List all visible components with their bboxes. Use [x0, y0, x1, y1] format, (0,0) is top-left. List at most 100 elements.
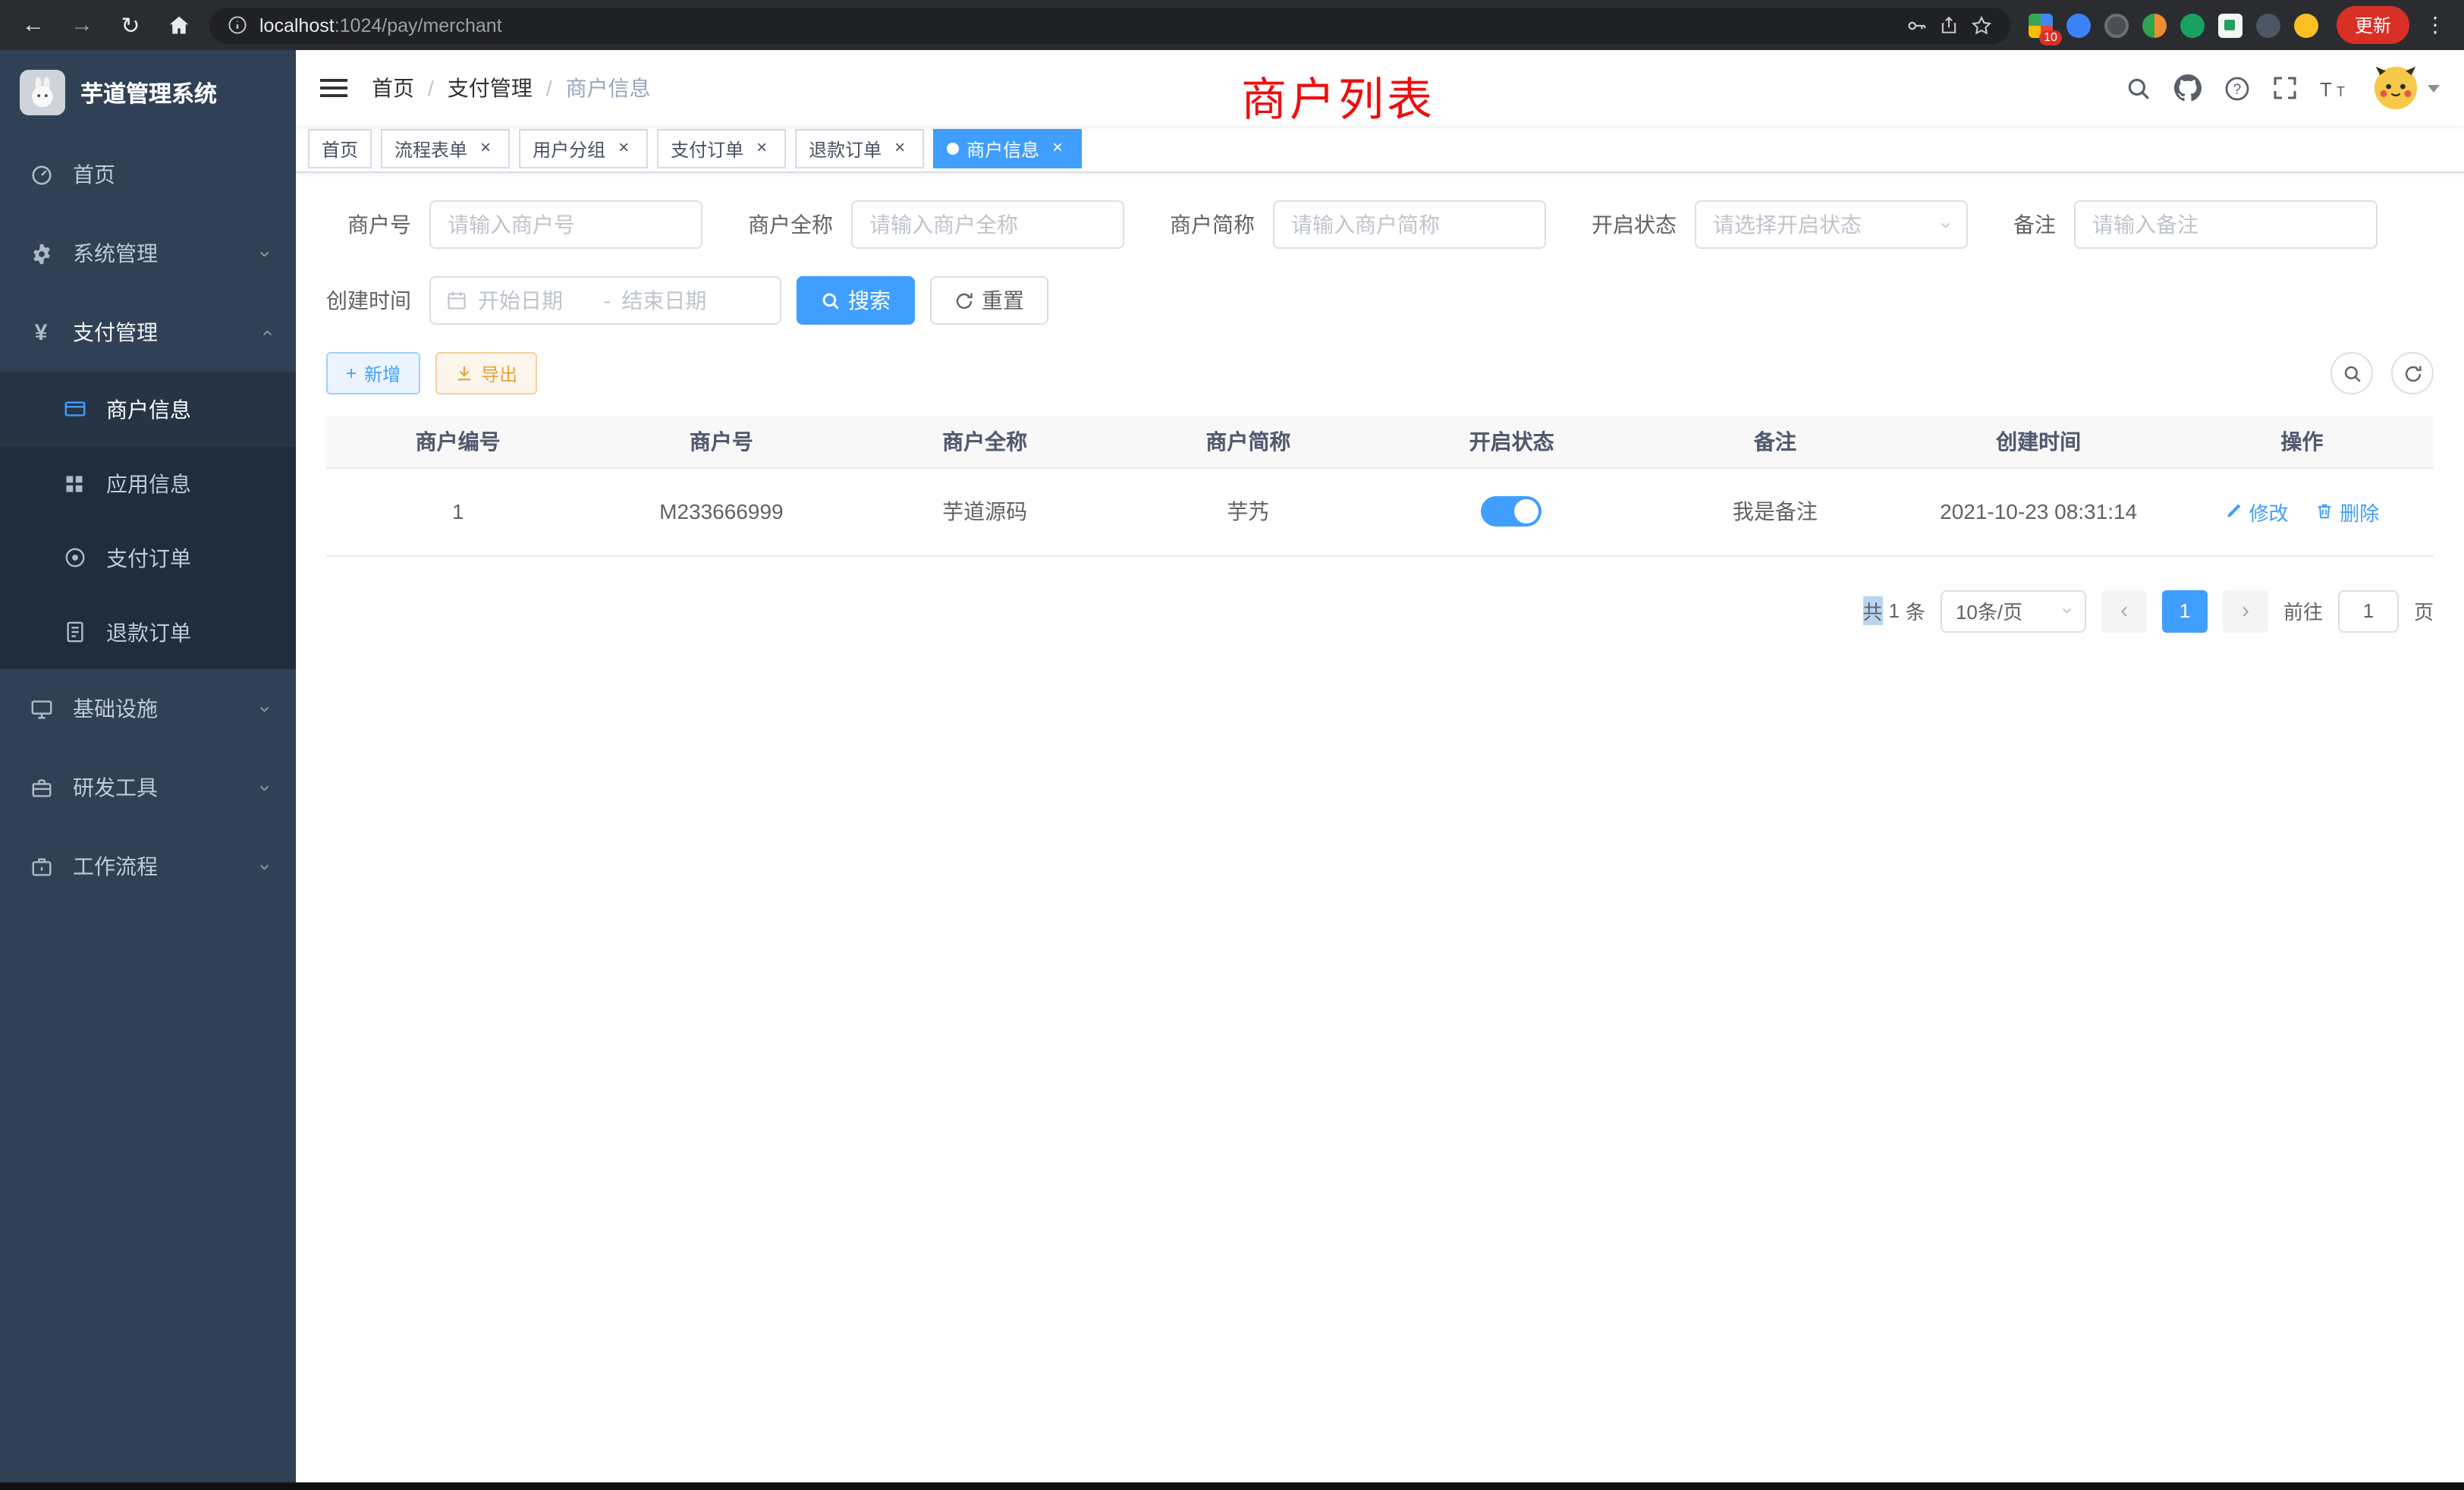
browser-back-icon[interactable]: ←	[15, 7, 52, 43]
sidebar-item-home[interactable]: 首页	[0, 135, 296, 214]
short-name-input[interactable]	[1273, 200, 1546, 249]
extension-avatar-icon[interactable]	[2142, 13, 2167, 37]
start-date-input[interactable]	[478, 288, 593, 313]
end-date-input[interactable]	[621, 288, 737, 313]
browser-refresh-icon[interactable]: ↻	[112, 7, 149, 43]
extension-grid-icon[interactable]: 10	[2029, 13, 2053, 37]
trash-icon	[2315, 502, 2334, 520]
breadcrumb-home[interactable]: 首页	[372, 73, 414, 103]
sidebar-collapse-icon[interactable]	[320, 74, 347, 102]
delete-link[interactable]: 删除	[2315, 497, 2379, 526]
extension-pinwheel-icon[interactable]	[2256, 13, 2280, 37]
site-info-icon[interactable]	[228, 15, 247, 35]
add-button[interactable]: + 新增	[326, 352, 420, 395]
logo-rabbit-avatar	[20, 70, 65, 115]
refresh-table-button[interactable]	[2391, 352, 2434, 395]
user-avatar[interactable]	[2373, 65, 2440, 111]
red-annotation-text: 商户列表	[1241, 62, 1435, 129]
sidebar-item-dev-tools[interactable]: 研发工具 ›	[0, 748, 296, 827]
sidebar-item-merchant-info[interactable]: 商户信息	[0, 372, 296, 446]
extension-blue-icon[interactable]	[2066, 13, 2091, 37]
extension-dark-ring-icon[interactable]	[2104, 13, 2129, 37]
sidebar-item-app-info[interactable]: 应用信息	[0, 446, 296, 520]
chevron-down-icon: ›	[254, 784, 277, 791]
table-toolbar: + 新增 导出	[326, 352, 2434, 395]
app-title: 芋道管理系统	[80, 77, 217, 108]
active-tab-dot	[947, 143, 959, 155]
pagination: 共 1 条 10条/页 › ‹ 1 › 前往 页	[326, 589, 2434, 632]
address-bar[interactable]: localhost:1024/pay/merchant	[209, 7, 2010, 43]
sidebar-item-payment[interactable]: ¥ 支付管理 ›	[0, 293, 296, 372]
url-text: localhost:1024/pay/merchant	[259, 14, 502, 36]
svg-text:T: T	[2320, 77, 2332, 99]
reset-button[interactable]: 重置	[930, 276, 1048, 325]
close-icon[interactable]: ×	[1047, 138, 1068, 159]
bookmark-star-icon[interactable]	[1971, 14, 1992, 36]
close-icon[interactable]: ×	[475, 138, 496, 159]
breadcrumb: 首页 / 支付管理 / 商户信息	[372, 73, 651, 103]
extension-white-square-icon[interactable]	[2218, 13, 2242, 37]
monitor-icon	[27, 697, 55, 720]
toggle-search-button[interactable]	[2330, 352, 2373, 395]
close-icon[interactable]: ×	[613, 138, 634, 159]
goto-page-input[interactable]	[2338, 589, 2399, 632]
sidebar-item-infrastructure[interactable]: 基础设施 ›	[0, 669, 296, 748]
help-icon[interactable]: ?	[2224, 75, 2250, 101]
browser-home-icon[interactable]	[161, 7, 197, 43]
export-button[interactable]: 导出	[435, 352, 537, 395]
github-icon[interactable]	[2174, 74, 2202, 102]
full-name-input[interactable]	[851, 200, 1124, 249]
cell-status	[1380, 467, 1643, 555]
sidebar-item-refund-order[interactable]: 退款订单	[0, 595, 296, 669]
extension-green-circle-icon[interactable]	[2180, 13, 2205, 37]
col-merchant-no: 商户号	[589, 416, 853, 467]
close-icon[interactable]: ×	[751, 138, 772, 159]
edit-link[interactable]: 修改	[2224, 497, 2288, 526]
search-button[interactable]: 搜索	[797, 276, 915, 325]
status-select[interactable]: 请选择开启状态 ›	[1695, 200, 1968, 249]
pencil-icon	[2224, 502, 2242, 520]
tab-process-form[interactable]: 流程表单×	[381, 129, 510, 168]
short-name-label: 商户简称	[1170, 209, 1255, 240]
sidebar-item-workflow[interactable]: 工作流程 ›	[0, 827, 296, 906]
chevron-up-icon: ›	[254, 329, 277, 336]
tab-home[interactable]: 首页	[308, 129, 372, 168]
password-key-icon[interactable]	[1906, 14, 1927, 36]
tab-merchant-info[interactable]: 商户信息×	[933, 129, 1082, 168]
sidebar-item-system[interactable]: 系统管理 ›	[0, 214, 296, 293]
browser-update-button[interactable]: 更新	[2337, 6, 2409, 44]
col-short-name: 商户简称	[1117, 416, 1380, 467]
search-icon[interactable]	[2126, 75, 2151, 101]
cell-merchant-no: M233666999	[589, 467, 853, 555]
share-icon[interactable]	[1939, 15, 1959, 35]
chevron-down-icon: ›	[254, 706, 277, 712]
fullscreen-icon[interactable]	[2273, 76, 2297, 100]
navbar-actions: ? TT	[2126, 65, 2440, 111]
status-switch[interactable]	[1482, 496, 1542, 527]
app-logo[interactable]: 芋道管理系统	[0, 50, 296, 135]
page-size-select[interactable]: 10条/页 ›	[1941, 589, 2086, 632]
merchant-no-input[interactable]	[429, 200, 702, 249]
search-form-row-1: 商户号 商户全称 商户简称 开启状态 请选择开启状态	[326, 200, 2434, 249]
extension-smiley-icon[interactable]	[2294, 13, 2318, 37]
col-merchant-id: 商户编号	[326, 416, 589, 467]
remark-input[interactable]	[2074, 200, 2378, 249]
breadcrumb-payment[interactable]: 支付管理	[448, 73, 533, 103]
chevron-down-icon: ›	[254, 863, 277, 870]
sidebar-item-pay-order[interactable]: 支付订单	[0, 520, 296, 595]
prev-page-button[interactable]: ‹	[2101, 589, 2147, 632]
page-1-button[interactable]: 1	[2162, 589, 2208, 632]
next-page-button[interactable]: ›	[2223, 589, 2268, 632]
cell-created: 2021-10-23 08:31:14	[1907, 467, 2170, 555]
tab-user-group[interactable]: 用户分组×	[519, 129, 648, 168]
table-header-row: 商户编号 商户号 商户全称 商户简称 开启状态 备注 创建时间 操作	[326, 416, 2434, 467]
date-range-picker[interactable]: -	[429, 276, 781, 325]
tab-refund-order[interactable]: 退款订单×	[795, 129, 924, 168]
date-separator: -	[604, 288, 611, 313]
close-icon[interactable]: ×	[889, 138, 910, 159]
browser-forward-icon[interactable]: →	[64, 7, 100, 43]
chevron-down-icon: ›	[2057, 608, 2079, 615]
browser-menu-icon[interactable]: ⋮	[2422, 12, 2449, 38]
tab-pay-order[interactable]: 支付订单×	[657, 129, 786, 168]
font-size-icon[interactable]: TT	[2320, 77, 2350, 99]
